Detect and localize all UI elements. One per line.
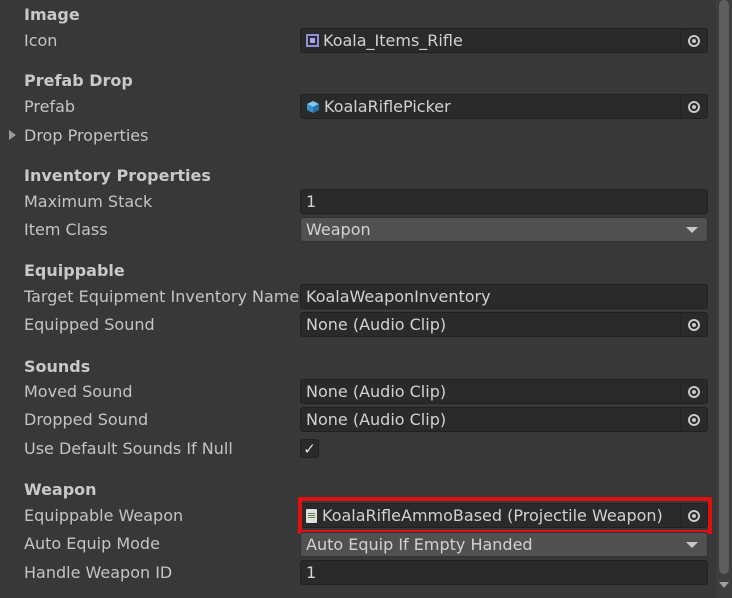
max-stack-input[interactable]: 1 (300, 189, 708, 214)
prefab-icon (307, 100, 319, 113)
dropped-sound-value: None (Audio Clip) (306, 410, 447, 429)
drop-properties-foldout[interactable]: Drop Properties (24, 126, 148, 145)
section-header-inventory: Inventory Properties (24, 166, 211, 185)
max-stack-label: Maximum Stack (24, 192, 153, 211)
icon-field[interactable]: Koala_Items_Rifle (300, 28, 708, 53)
sprite-icon (306, 34, 319, 47)
section-header-sounds: Sounds (24, 357, 91, 376)
scroll-down-arrow-icon[interactable] (719, 582, 729, 588)
max-stack-value: 1 (306, 192, 317, 211)
prefab-field[interactable]: KoalaRiflePicker (300, 94, 708, 119)
item-class-label: Item Class (24, 220, 108, 239)
object-picker-icon[interactable] (680, 504, 707, 527)
object-picker-icon[interactable] (680, 313, 707, 336)
prefab-label: Prefab (24, 97, 76, 116)
use-default-sounds-label: Use Default Sounds If Null (24, 439, 233, 458)
equipped-sound-value: None (Audio Clip) (306, 315, 447, 334)
icon-field-value: Koala_Items_Rifle (323, 31, 463, 50)
prefab-field-value: KoalaRiflePicker (324, 97, 451, 116)
dropped-sound-field[interactable]: None (Audio Clip) (300, 407, 708, 432)
object-picker-icon[interactable] (680, 29, 707, 52)
scrollbar-thumb[interactable] (719, 0, 729, 574)
auto-equip-value: Auto Equip If Empty Handed (306, 535, 533, 554)
section-header-image: Image (24, 5, 80, 24)
object-picker-icon[interactable] (680, 380, 707, 403)
icon-label: Icon (24, 31, 58, 50)
equippable-weapon-field[interactable]: KoalaRifleAmmoBased (Projectile Weapon) (300, 503, 708, 528)
object-picker-icon[interactable] (680, 408, 707, 431)
handle-weapon-id-value: 1 (306, 563, 317, 582)
target-inventory-label: Target Equipment Inventory Name (24, 287, 300, 306)
section-header-prefab-drop: Prefab Drop (24, 71, 133, 90)
auto-equip-dropdown[interactable]: Auto Equip If Empty Handed (300, 532, 708, 557)
script-icon (306, 508, 317, 523)
equippable-weapon-value: KoalaRifleAmmoBased (Projectile Weapon) (322, 506, 663, 525)
item-class-value: Weapon (306, 220, 371, 239)
section-header-equippable: Equippable (24, 261, 125, 280)
equippable-weapon-label: Equippable Weapon (24, 506, 184, 525)
auto-equip-label: Auto Equip Mode (24, 534, 160, 553)
equipped-sound-label: Equipped Sound (24, 315, 155, 334)
target-inventory-input[interactable]: KoalaWeaponInventory (300, 284, 708, 309)
object-picker-icon[interactable] (680, 95, 707, 118)
handle-weapon-id-input[interactable]: 1 (300, 560, 708, 585)
chevron-down-icon (686, 226, 698, 233)
handle-weapon-id-label: Handle Weapon ID (24, 563, 173, 582)
foldout-arrow-icon[interactable] (9, 130, 16, 140)
target-inventory-value: KoalaWeaponInventory (306, 287, 491, 306)
chevron-down-icon (686, 541, 698, 548)
moved-sound-label: Moved Sound (24, 382, 133, 401)
vertical-scrollbar[interactable] (716, 0, 732, 598)
dropped-sound-label: Dropped Sound (24, 410, 149, 429)
moved-sound-field[interactable]: None (Audio Clip) (300, 379, 708, 404)
section-header-weapon: Weapon (24, 480, 97, 499)
equipped-sound-field[interactable]: None (Audio Clip) (300, 312, 708, 337)
item-class-dropdown[interactable]: Weapon (300, 217, 708, 242)
use-default-sounds-checkbox[interactable]: ✓ (300, 439, 319, 458)
moved-sound-value: None (Audio Clip) (306, 382, 447, 401)
